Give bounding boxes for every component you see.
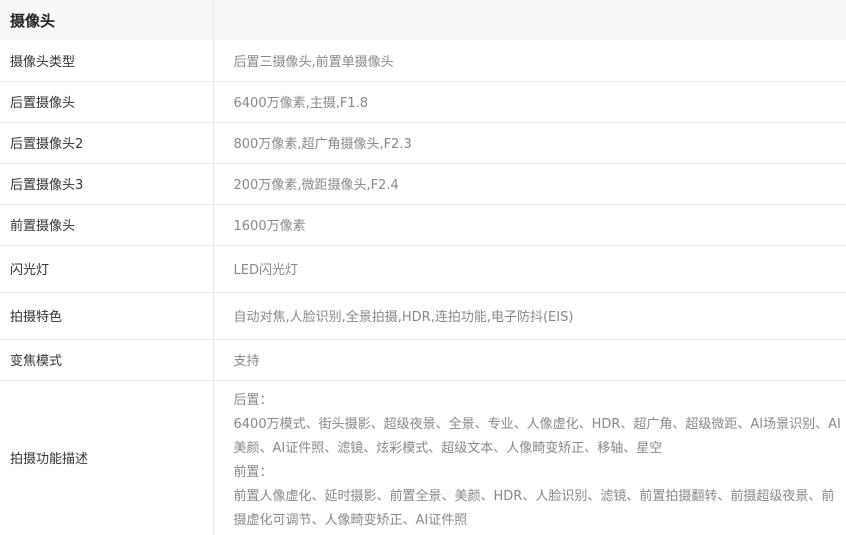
spec-row-camera-type: 摄像头类型 后置三摄像头,前置单摄像头 xyxy=(0,40,846,82)
spec-value: 自动对焦,人脸识别,全景拍摄,HDR,连拍功能,电子防抖(EIS) xyxy=(213,292,846,340)
description-value: 后置： 6400万模式、街头摄影、超级夜景、全景、专业、人像虚化、HDR、超广角… xyxy=(213,380,846,535)
spec-value: LED闪光灯 xyxy=(213,245,846,293)
spec-row-rear-camera: 后置摄像头 6400万像素,主摄,F1.8 xyxy=(0,81,846,123)
spec-label: 拍摄特色 xyxy=(0,292,214,340)
front-modes-text: 前置人像虚化、延时摄影、前置全景、美颜、HDR、人脸识别、滤镜、前置拍摄翻转、前… xyxy=(233,488,835,528)
spec-row-rear-camera-2: 后置摄像头2 800万像素,超广角摄像头,F2.3 xyxy=(0,122,846,164)
spec-value: 800万像素,超广角摄像头,F2.3 xyxy=(213,122,846,164)
spec-label: 后置摄像头2 xyxy=(0,122,214,164)
spec-value: 200万像素,微距摄像头,F2.4 xyxy=(213,163,846,205)
rear-heading: 后置： xyxy=(233,392,273,408)
spec-row-front-camera: 前置摄像头 1600万像素 xyxy=(0,204,846,246)
section-title: 摄像头 xyxy=(0,0,214,40)
spec-label: 拍摄功能描述 xyxy=(0,380,214,535)
spec-label: 前置摄像头 xyxy=(0,204,214,246)
spec-label: 后置摄像头 xyxy=(0,81,214,123)
spec-row-zoom-mode: 变焦模式 支持 xyxy=(0,339,846,381)
spec-value: 6400万像素,主摄,F1.8 xyxy=(213,81,846,123)
section-header-row: 摄像头 xyxy=(0,0,846,40)
spec-value: 支持 xyxy=(213,339,846,381)
rear-modes-text: 6400万模式、街头摄影、超级夜景、全景、专业、人像虚化、HDR、超广角、超级微… xyxy=(233,416,841,456)
spec-row-shooting-description: 拍摄功能描述 后置： 6400万模式、街头摄影、超级夜景、全景、专业、人像虚化、… xyxy=(0,380,846,535)
spec-label: 摄像头类型 xyxy=(0,40,214,82)
spec-value: 后置三摄像头,前置单摄像头 xyxy=(213,40,846,82)
spec-label: 闪光灯 xyxy=(0,245,214,293)
spec-value: 1600万像素 xyxy=(213,204,846,246)
spec-row-rear-camera-3: 后置摄像头3 200万像素,微距摄像头,F2.4 xyxy=(0,163,846,205)
spec-label: 后置摄像头3 xyxy=(0,163,214,205)
camera-spec-table: 摄像头 摄像头类型 后置三摄像头,前置单摄像头 后置摄像头 6400万像素,主摄… xyxy=(0,0,846,535)
spec-label: 变焦模式 xyxy=(0,339,214,381)
section-header-empty-cell xyxy=(213,0,846,40)
front-heading: 前置： xyxy=(233,464,273,480)
spec-row-flash: 闪光灯 LED闪光灯 xyxy=(0,245,846,293)
spec-row-shooting-features: 拍摄特色 自动对焦,人脸识别,全景拍摄,HDR,连拍功能,电子防抖(EIS) xyxy=(0,292,846,340)
